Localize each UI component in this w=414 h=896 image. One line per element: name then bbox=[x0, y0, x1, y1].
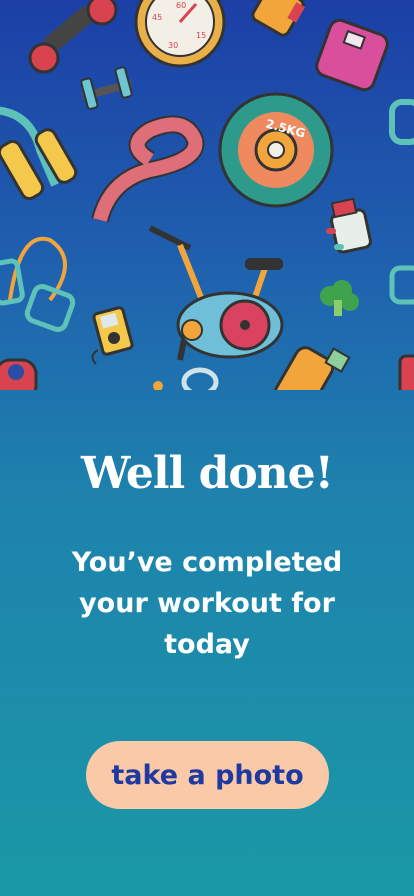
dumbbell-icon bbox=[28, 0, 118, 74]
fitness-illustration: 60 45 15 30 2.5KG bbox=[0, 0, 414, 390]
svg-text:30: 30 bbox=[168, 41, 178, 50]
weight-plate-icon: 2.5KG bbox=[218, 92, 334, 208]
take-photo-button[interactable]: take a photo bbox=[86, 741, 329, 809]
svg-text:45: 45 bbox=[152, 13, 162, 22]
kettlebell-icon bbox=[0, 358, 38, 390]
svg-text:60: 60 bbox=[176, 1, 186, 10]
jump-rope-icon bbox=[0, 236, 76, 333]
supplement-bottle-icon bbox=[326, 197, 372, 254]
completion-message: You’ve completed your workout for today bbox=[71, 547, 343, 660]
water-bottle-icon bbox=[273, 346, 351, 390]
svg-text:15: 15 bbox=[196, 31, 206, 40]
dumbbell-icon bbox=[80, 66, 133, 110]
scale-icon bbox=[315, 18, 389, 92]
broccoli-icon bbox=[320, 280, 359, 316]
page-title: Well done! bbox=[81, 448, 334, 499]
stopwatch-icon: 60 45 15 30 bbox=[134, 0, 226, 68]
measuring-tape-icon bbox=[91, 115, 205, 223]
exercise-bike-icon bbox=[148, 225, 284, 390]
music-player-icon bbox=[91, 306, 134, 365]
bottle-icon bbox=[251, 0, 306, 37]
hand-grip-icon bbox=[0, 106, 78, 201]
